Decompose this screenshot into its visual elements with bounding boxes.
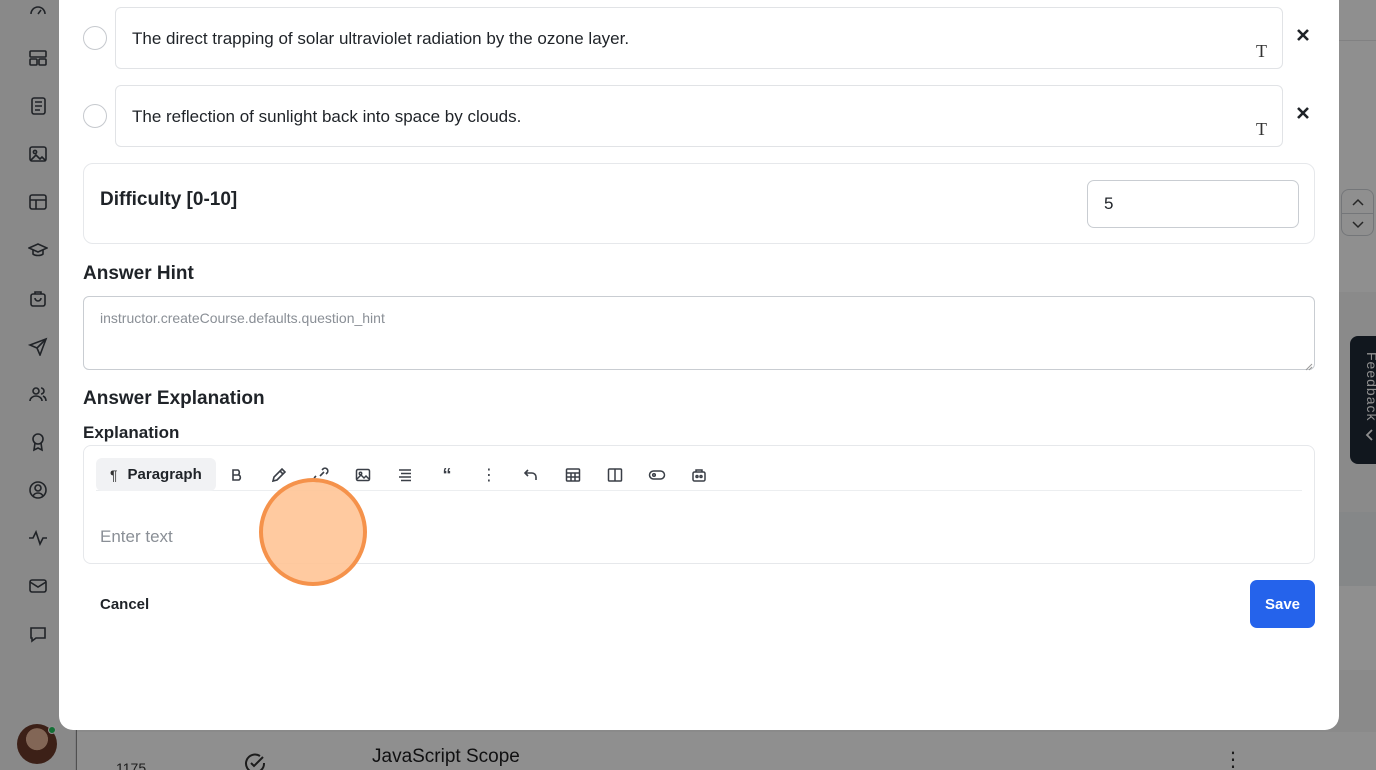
answer-option: The reflection of sunlight back into spa… xyxy=(83,85,1323,147)
question-modal: The direct trapping of solar ultraviolet… xyxy=(59,0,1339,730)
highlighter-icon[interactable] xyxy=(270,466,288,484)
image-icon[interactable] xyxy=(354,466,372,484)
editor-toolbar: ¶ Paragraph “ ⋮ xyxy=(96,458,1302,491)
align-icon[interactable] xyxy=(396,466,414,484)
resize-handle-icon[interactable] xyxy=(1305,358,1313,371)
table-icon[interactable] xyxy=(564,466,582,484)
tag-icon[interactable] xyxy=(648,466,666,484)
click-indicator xyxy=(259,478,367,586)
option-text-field[interactable]: The direct trapping of solar ultraviolet… xyxy=(115,7,1283,69)
pilcrow-icon: ¶ xyxy=(110,466,118,483)
difficulty-section: Difficulty [0-10] xyxy=(83,163,1315,244)
explanation-label: Explanation xyxy=(83,423,180,442)
editor-placeholder: Enter text xyxy=(100,527,173,546)
bold-icon[interactable] xyxy=(228,466,246,484)
text-format-icon[interactable]: T xyxy=(1256,119,1274,139)
more-vertical-icon[interactable]: ⋮ xyxy=(480,466,498,484)
paragraph-dropdown[interactable]: ¶ Paragraph xyxy=(96,458,216,491)
answer-hint-input[interactable] xyxy=(83,296,1315,370)
embed-icon[interactable] xyxy=(690,466,708,484)
option-text-field[interactable]: The reflection of sunlight back into spa… xyxy=(115,85,1283,147)
option-text: The reflection of sunlight back into spa… xyxy=(132,107,522,126)
undo-icon[interactable] xyxy=(522,466,540,484)
close-icon[interactable] xyxy=(1295,27,1311,43)
text-format-icon[interactable]: T xyxy=(1256,41,1274,61)
option-text: The direct trapping of solar ultraviolet… xyxy=(132,29,630,48)
blockquote-icon[interactable]: “ xyxy=(438,465,456,485)
cancel-button[interactable]: Cancel xyxy=(83,582,166,626)
save-button[interactable]: Save xyxy=(1250,580,1315,628)
difficulty-input[interactable] xyxy=(1087,180,1299,228)
columns-icon[interactable] xyxy=(606,466,624,484)
answer-explanation-heading: Answer Explanation xyxy=(83,388,265,409)
answer-option: The direct trapping of solar ultraviolet… xyxy=(83,7,1323,69)
difficulty-label: Difficulty [0-10] xyxy=(100,189,238,210)
option-radio[interactable] xyxy=(83,26,107,50)
option-radio[interactable] xyxy=(83,104,107,128)
answer-hint-heading: Answer Hint xyxy=(83,263,194,284)
paragraph-label: Paragraph xyxy=(127,466,202,483)
close-icon[interactable] xyxy=(1295,105,1311,121)
